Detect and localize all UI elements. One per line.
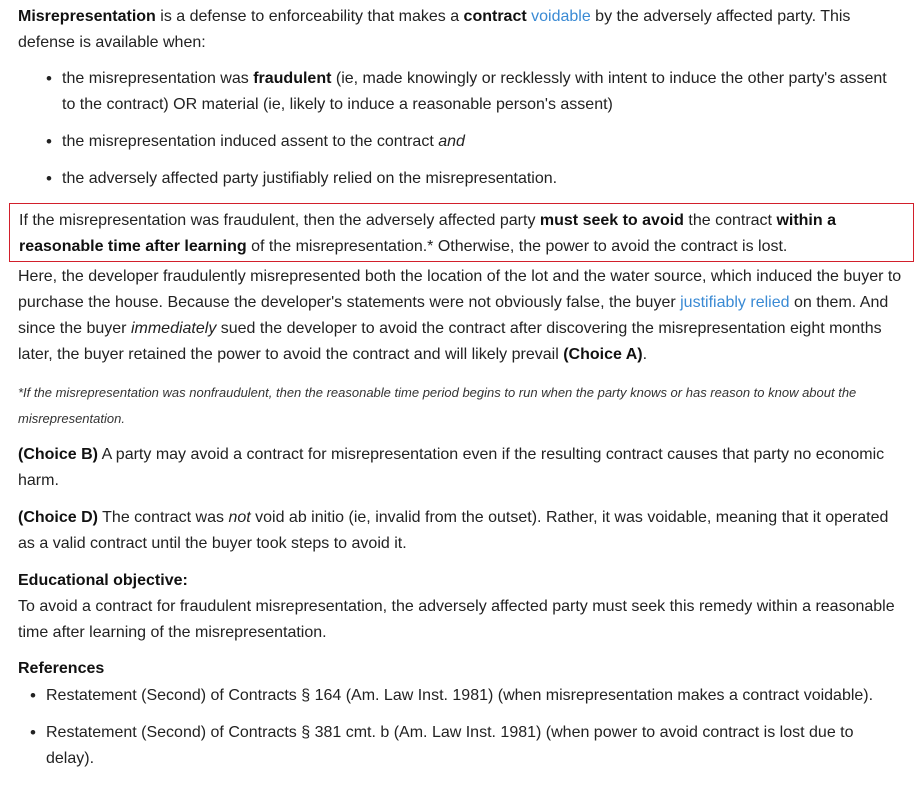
list-item: the misrepresentation induced assent to … bbox=[46, 129, 902, 155]
educational-objective-title: Educational objective: bbox=[18, 572, 188, 589]
choice-d-label: (Choice D) bbox=[18, 509, 98, 526]
reference-item: Restatement (Second) of Contracts § 381 … bbox=[30, 720, 902, 772]
analysis-paragraph: Here, the developer fraudulently misrepr… bbox=[18, 268, 902, 363]
defense-conditions-list: the misrepresentation was fraudulent (ie… bbox=[18, 66, 902, 192]
choice-b-label: (Choice B) bbox=[18, 446, 98, 463]
reference-item: Restatement (Second) of Contracts § 164 … bbox=[30, 683, 902, 709]
choice-d-explanation: (Choice D) The contract was not void ab … bbox=[18, 509, 889, 552]
term-misrepresentation: Misrepresentation bbox=[18, 8, 156, 25]
choice-b-explanation: (Choice B) A party may avoid a contract … bbox=[18, 446, 885, 489]
references-list: Restatement (Second) of Contracts § 164 … bbox=[18, 683, 902, 772]
voidable-link[interactable]: voidable bbox=[531, 8, 591, 25]
list-item: the adversely affected party justifiably… bbox=[46, 166, 902, 192]
list-item: the misrepresentation was fraudulent (ie… bbox=[46, 66, 902, 118]
justifiably-relied-link[interactable]: justifiably relied bbox=[680, 294, 789, 311]
explanation-content: Misrepresentation is a defense to enforc… bbox=[0, 0, 920, 772]
references-title: References bbox=[18, 660, 105, 677]
highlighted-rule-box: If the misrepresentation was fraudulent,… bbox=[9, 203, 914, 262]
footnote: *If the misrepresentation was nonfraudul… bbox=[18, 385, 857, 426]
choice-a-label: (Choice A) bbox=[563, 346, 643, 363]
educational-objective-text: To avoid a contract for fraudulent misre… bbox=[18, 598, 895, 641]
term-contract: contract bbox=[463, 8, 527, 25]
highlighted-rule-text: If the misrepresentation was fraudulent,… bbox=[19, 212, 836, 255]
intro-paragraph: Misrepresentation is a defense to enforc… bbox=[18, 8, 851, 51]
